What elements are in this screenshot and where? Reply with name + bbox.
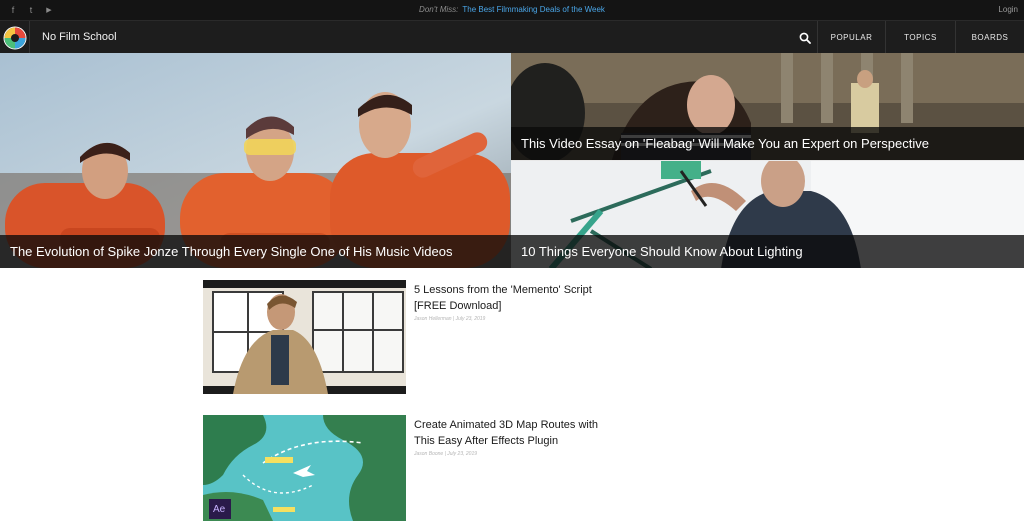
hero-story-bottom-right[interactable]: 10 Things Everyone Should Know About Lig… (511, 160, 1024, 268)
article-meta: Jason Hellerman | July 23, 2019 (414, 316, 486, 322)
facebook-icon[interactable]: f (6, 0, 20, 20)
search-icon (799, 32, 811, 44)
article-thumbnail[interactable] (203, 280, 406, 394)
youtube-icon[interactable]: ▶ (42, 0, 56, 20)
site-logo[interactable] (0, 21, 30, 54)
article-thumbnail[interactable]: Ae (203, 415, 406, 521)
article-title[interactable]: Create Animated 3D Map Routes with This … (414, 417, 614, 449)
nav-boards[interactable]: BOARDS (955, 21, 1024, 54)
hero-bottom-right-title[interactable]: 10 Things Everyone Should Know About Lig… (511, 235, 1024, 268)
after-effects-badge: Ae (213, 504, 226, 515)
article-title[interactable]: 5 Lessons from the 'Memento' Script [FRE… (414, 282, 614, 314)
nav-popular[interactable]: POPULAR (817, 21, 885, 54)
logo-icon (3, 26, 26, 49)
search-button[interactable] (792, 21, 818, 54)
list-item[interactable]: 5 Lessons from the 'Memento' Script [FRE… (203, 280, 623, 394)
list-item[interactable]: Ae Create Animated 3D Map Routes with Th… (203, 415, 623, 521)
hero-story-top-right[interactable]: This Video Essay on 'Fleabag' Will Make … (511, 53, 1024, 160)
nav-topics[interactable]: TOPICS (885, 21, 955, 54)
dont-miss-banner: Don't Miss: The Best Filmmaking Deals of … (0, 0, 1024, 20)
article-meta: Jason Boone | July 23, 2019 (414, 451, 478, 457)
twitter-icon[interactable]: t (24, 0, 38, 20)
brand-name[interactable]: No Film School (42, 21, 117, 54)
hero-top-right-title[interactable]: This Video Essay on 'Fleabag' Will Make … (511, 127, 1024, 160)
dont-miss-link[interactable]: The Best Filmmaking Deals of the Week (462, 5, 605, 14)
top-utility-bar: f t ▶ Don't Miss: The Best Filmmaking Dea… (0, 0, 1024, 20)
login-link[interactable]: Login (998, 0, 1018, 20)
dont-miss-label: Don't Miss: (419, 5, 459, 14)
main-navbar: No Film School POPULAR TOPICS BOARDS (0, 20, 1024, 54)
hero-main-story[interactable]: The Evolution of Spike Jonze Through Eve… (0, 53, 511, 268)
hero-main-title[interactable]: The Evolution of Spike Jonze Through Eve… (0, 235, 511, 268)
